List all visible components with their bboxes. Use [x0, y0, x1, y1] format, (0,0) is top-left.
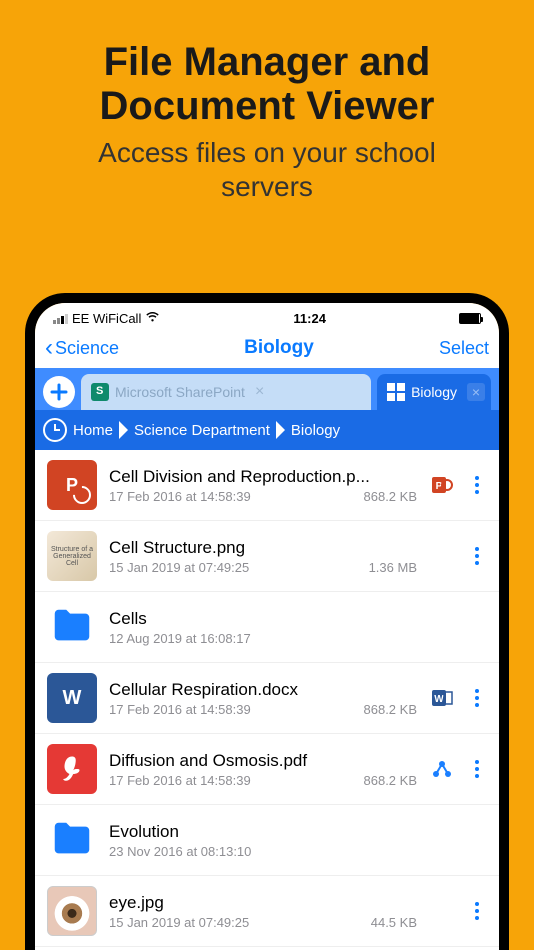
- file-name: Cellular Respiration.docx: [109, 680, 417, 700]
- file-date: 17 Feb 2016 at 14:58:39: [109, 489, 251, 504]
- status-bar: EE WiFiCall 11:24: [35, 303, 499, 330]
- file-list[interactable]: P Cell Division and Reproduction.p... 17…: [35, 450, 499, 950]
- chevron-right-icon: [119, 421, 128, 439]
- promo-subtitle-line2: servers: [221, 171, 313, 202]
- phone-frame: EE WiFiCall 11:24 ‹ Science Biology Sele…: [25, 293, 509, 950]
- file-date: 15 Jan 2019 at 07:49:25: [109, 560, 249, 575]
- select-button[interactable]: Select: [439, 338, 489, 359]
- promo-title-line1: File Manager and: [104, 40, 431, 84]
- tab-strip: Microsoft SharePoint × Biology ×: [35, 368, 499, 410]
- file-size: 44.5 KB: [371, 915, 417, 930]
- list-item[interactable]: Diffusion and Osmosis.pdf 17 Feb 2016 at…: [35, 734, 499, 805]
- battery-icon: [459, 313, 481, 324]
- file-name: eye.jpg: [109, 893, 417, 913]
- tab-label: Microsoft SharePoint: [115, 384, 245, 400]
- file-date: 17 Feb 2016 at 14:58:39: [109, 702, 251, 717]
- file-info: Cells 12 Aug 2019 at 16:08:17: [109, 609, 487, 646]
- image-thumbnail: Structure of a Generalized Cell: [47, 531, 97, 581]
- close-icon[interactable]: ×: [255, 383, 264, 401]
- list-item[interactable]: Structure of a Generalized Cell Cell Str…: [35, 521, 499, 592]
- promo-header: File Manager and Document Viewer Access …: [0, 0, 534, 223]
- image-thumbnail: [47, 886, 97, 936]
- word-icon: W: [47, 673, 97, 723]
- tab-biology[interactable]: Biology ×: [377, 374, 491, 410]
- back-label: Science: [55, 338, 119, 359]
- svg-text:W: W: [434, 694, 444, 705]
- promo-title-line2: Document Viewer: [100, 84, 435, 128]
- file-info: Diffusion and Osmosis.pdf 17 Feb 2016 at…: [109, 751, 417, 788]
- file-date: 23 Nov 2016 at 08:13:10: [109, 844, 251, 859]
- grid-icon: [387, 383, 405, 401]
- status-time: 11:24: [293, 311, 326, 326]
- list-item[interactable]: eye.jpg 15 Jan 2019 at 07:49:25 44.5 KB: [35, 876, 499, 947]
- more-button[interactable]: [467, 476, 487, 494]
- file-name: Evolution: [109, 822, 487, 842]
- file-info: Cell Structure.png 15 Jan 2019 at 07:49:…: [109, 538, 417, 575]
- wifi-icon: [145, 311, 160, 326]
- list-item[interactable]: W Cellular Respiration.docx 17 Feb 2016 …: [35, 663, 499, 734]
- chevron-right-icon: [276, 421, 285, 439]
- close-icon[interactable]: ×: [467, 383, 485, 401]
- page-title: Biology: [244, 337, 314, 359]
- file-size: 1.36 MB: [369, 560, 417, 575]
- status-left: EE WiFiCall: [53, 311, 160, 326]
- powerpoint-icon: P: [47, 460, 97, 510]
- crumb-dept[interactable]: Science Department: [134, 422, 270, 439]
- pdf-app-icon: [429, 758, 455, 780]
- file-size: 868.2 KB: [364, 489, 418, 504]
- file-info: eye.jpg 15 Jan 2019 at 07:49:25 44.5 KB: [109, 893, 417, 930]
- more-button[interactable]: [467, 902, 487, 920]
- tab-label: Biology: [411, 384, 457, 400]
- phone-screen: EE WiFiCall 11:24 ‹ Science Biology Sele…: [35, 303, 499, 950]
- signal-icon: [53, 314, 68, 324]
- pdf-icon: [47, 744, 97, 794]
- list-item[interactable]: P Cell Division and Reproduction.p... 17…: [35, 450, 499, 521]
- list-item[interactable]: Cells 12 Aug 2019 at 16:08:17: [35, 592, 499, 663]
- promo-title: File Manager and Document Viewer: [30, 40, 504, 128]
- file-name: Diffusion and Osmosis.pdf: [109, 751, 417, 771]
- file-info: Cellular Respiration.docx 17 Feb 2016 at…: [109, 680, 417, 717]
- file-name: Cell Structure.png: [109, 538, 417, 558]
- file-size: 868.2 KB: [364, 773, 418, 788]
- nav-bar: ‹ Science Biology Select: [35, 330, 499, 368]
- file-name: Cells: [109, 609, 487, 629]
- back-button[interactable]: ‹ Science: [45, 336, 119, 360]
- breadcrumb: Home Science Department Biology: [35, 410, 499, 450]
- crumb-current[interactable]: Biology: [291, 422, 340, 439]
- list-item[interactable]: Evolution 23 Nov 2016 at 08:13:10: [35, 805, 499, 876]
- more-button[interactable]: [467, 547, 487, 565]
- file-size: 868.2 KB: [364, 702, 418, 717]
- crumb-home[interactable]: Home: [73, 422, 113, 439]
- file-info: Cell Division and Reproduction.p... 17 F…: [109, 467, 417, 504]
- file-date: 15 Jan 2019 at 07:49:25: [109, 915, 249, 930]
- add-tab-button[interactable]: [43, 376, 75, 408]
- chevron-left-icon: ‹: [45, 336, 53, 360]
- powerpoint-app-icon: P: [429, 474, 455, 496]
- word-app-icon: W: [429, 687, 455, 709]
- file-name: Cell Division and Reproduction.p...: [109, 467, 417, 487]
- sharepoint-icon: [91, 383, 109, 401]
- file-date: 17 Feb 2016 at 14:58:39: [109, 773, 251, 788]
- tab-sharepoint[interactable]: Microsoft SharePoint ×: [81, 374, 371, 410]
- carrier-label: EE WiFiCall: [72, 311, 141, 326]
- file-info: Evolution 23 Nov 2016 at 08:13:10: [109, 822, 487, 859]
- history-icon[interactable]: [43, 418, 67, 442]
- file-date: 12 Aug 2019 at 16:08:17: [109, 631, 251, 646]
- folder-icon: [47, 815, 97, 865]
- promo-subtitle: Access files on your school servers: [30, 136, 504, 203]
- status-right: [459, 313, 481, 324]
- folder-icon: [47, 602, 97, 652]
- more-button[interactable]: [467, 689, 487, 707]
- promo-subtitle-line1: Access files on your school: [98, 137, 436, 168]
- more-button[interactable]: [467, 760, 487, 778]
